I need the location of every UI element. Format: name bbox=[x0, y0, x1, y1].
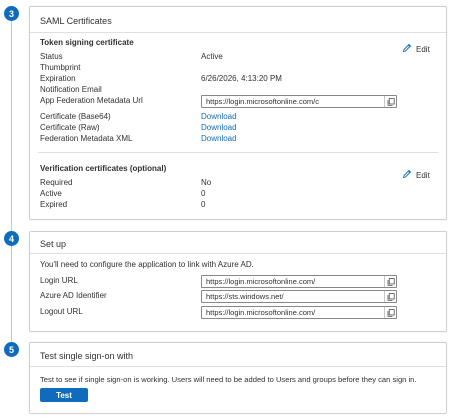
expiration-value: 6/26/2026, 4:13:20 PM bbox=[201, 74, 282, 83]
azure-ad-identifier-field bbox=[201, 290, 397, 303]
edit-token-button[interactable]: Edit bbox=[402, 43, 430, 55]
metadata-url-input[interactable] bbox=[202, 96, 384, 107]
login-url-field bbox=[201, 275, 397, 288]
required-label: Required bbox=[40, 178, 73, 187]
status-value: Active bbox=[201, 52, 223, 61]
cert-raw-label: Certificate (Raw) bbox=[40, 123, 100, 132]
active-value: 0 bbox=[201, 189, 206, 198]
logout-url-label: Logout URL bbox=[40, 307, 83, 316]
section-heading: Token signing certificate bbox=[40, 38, 134, 47]
setup-description: You'll need to configure the application… bbox=[40, 260, 254, 269]
copy-button[interactable] bbox=[384, 291, 396, 302]
step-number-badge: 5 bbox=[4, 342, 19, 357]
card-title: Set up bbox=[40, 239, 67, 249]
pencil-icon bbox=[402, 169, 412, 181]
cert-base64-label: Certificate (Base64) bbox=[40, 112, 111, 121]
test-sso-card: Test single sign-on with Test to see if … bbox=[29, 342, 447, 414]
edit-label: Edit bbox=[416, 44, 430, 54]
login-url-input[interactable] bbox=[202, 276, 384, 287]
required-value: No bbox=[201, 178, 212, 187]
step-connector bbox=[11, 20, 12, 232]
divider bbox=[30, 253, 446, 254]
download-base64-link[interactable]: Download bbox=[201, 112, 237, 121]
logout-url-input[interactable] bbox=[202, 307, 384, 318]
expiration-label: Expiration bbox=[40, 74, 76, 83]
status-label: Status bbox=[40, 52, 63, 61]
copy-icon bbox=[387, 292, 395, 301]
federation-xml-label: Federation Metadata XML bbox=[40, 134, 133, 143]
divider bbox=[38, 152, 438, 153]
step-connector bbox=[11, 245, 12, 345]
copy-icon bbox=[387, 97, 395, 106]
thumbprint-label: Thumbprint bbox=[40, 63, 81, 72]
expired-value: 0 bbox=[201, 200, 206, 209]
test-description: Test to see if single sign-on is working… bbox=[40, 375, 417, 384]
copy-button[interactable] bbox=[384, 276, 396, 287]
test-button[interactable]: Test bbox=[40, 388, 88, 402]
edit-verification-button[interactable]: Edit bbox=[402, 169, 430, 181]
expired-label: Expired bbox=[40, 200, 68, 209]
divider bbox=[30, 366, 446, 367]
card-title: SAML Certificates bbox=[40, 16, 112, 26]
metadata-url-field bbox=[201, 95, 397, 108]
logout-url-field bbox=[201, 306, 397, 319]
step-number-badge: 4 bbox=[4, 231, 19, 246]
azure-ad-identifier-label: Azure AD Identifier bbox=[40, 291, 107, 300]
download-raw-link[interactable]: Download bbox=[201, 123, 237, 132]
metadata-url-label: App Federation Metadata Url bbox=[40, 96, 143, 105]
copy-button[interactable] bbox=[384, 307, 396, 318]
copy-icon bbox=[387, 308, 395, 317]
copy-button[interactable] bbox=[384, 96, 396, 107]
card-title: Test single sign-on with bbox=[40, 351, 134, 361]
section-heading: Verification certificates (optional) bbox=[40, 164, 167, 173]
copy-icon bbox=[387, 277, 395, 286]
pencil-icon bbox=[402, 43, 412, 55]
setup-card: Set up You'll need to configure the appl… bbox=[29, 231, 447, 332]
notification-email-label: Notification Email bbox=[40, 85, 102, 94]
step-number-badge: 3 bbox=[4, 6, 19, 21]
login-url-label: Login URL bbox=[40, 276, 78, 285]
saml-certificates-card: SAML Certificates Token signing certific… bbox=[29, 6, 447, 220]
divider bbox=[30, 32, 446, 33]
download-federation-xml-link[interactable]: Download bbox=[201, 134, 237, 143]
edit-label: Edit bbox=[416, 170, 430, 180]
azure-ad-identifier-input[interactable] bbox=[202, 291, 384, 302]
active-label: Active bbox=[40, 189, 62, 198]
